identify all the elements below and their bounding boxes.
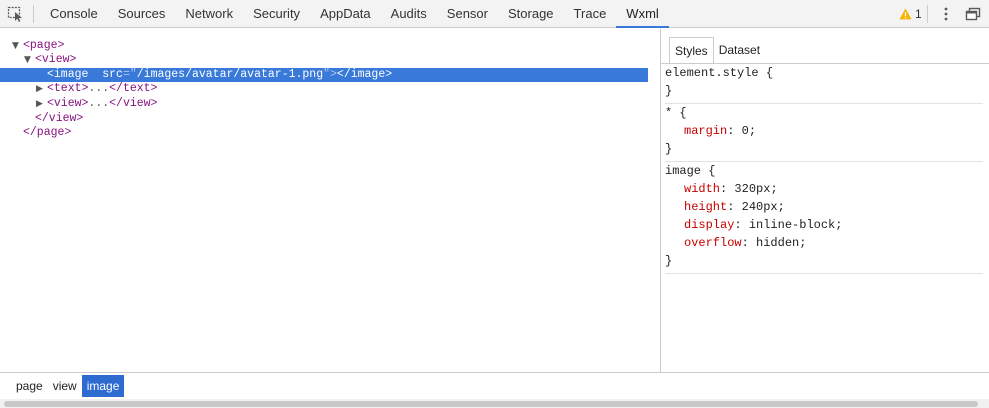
collapse-triangle-icon[interactable]: ▶ — [36, 97, 46, 112]
collapse-triangle-icon[interactable]: ▶ — [36, 82, 46, 97]
styles-pane: Styles Dataset element.style {} * {margin:… — [661, 29, 989, 372]
style-declaration[interactable]: height: 240px; — [665, 198, 983, 216]
opening-tag: <page> — [23, 38, 65, 52]
property-name: width — [684, 182, 721, 196]
property-value: 240px — [741, 200, 778, 214]
tree-node-selected[interactable]: <image src="/images/avatar/avatar-1.png"… — [0, 67, 648, 83]
tree-node-content: <view> — [35, 53, 76, 68]
element-tree: ▼ <page> ▼ <view> <image src="/images/avatar… — [0, 29, 660, 372]
attribute-name: src — [102, 67, 123, 81]
breadcrumb-items: page view image — [11, 375, 125, 397]
expand-triangle-icon[interactable]: ▼ — [12, 39, 22, 54]
opening-tag: <view> — [35, 53, 77, 67]
inspect-element-icon[interactable] — [7, 6, 25, 22]
tab-network[interactable]: Network — [175, 0, 243, 28]
rule-selector[interactable]: image { — [665, 162, 983, 180]
tree-node[interactable]: ▶ <view>...</view> — [0, 97, 648, 112]
style-rule: image {width: 320px; height: 240px; displa… — [665, 162, 983, 274]
property-name: display — [684, 218, 735, 232]
tree-node[interactable]: ▶ <text>...</text> — [0, 82, 648, 97]
opening-tag: <view> — [47, 96, 89, 110]
tree-node[interactable]: </view> — [0, 112, 648, 127]
closing-tag: </image> — [336, 67, 393, 81]
opening-tag: </page> — [23, 126, 72, 140]
toolbar-separator — [33, 5, 34, 23]
warning-count: 1 — [915, 7, 922, 21]
sidebar-tabs: Styles Dataset — [669, 37, 765, 64]
property-value: inline-block — [748, 218, 836, 232]
closing-tag: </text> — [109, 82, 158, 96]
collapsed-ellipsis[interactable]: ... — [88, 97, 109, 110]
undock-icon[interactable] — [965, 7, 981, 21]
rule-close-brace: } — [665, 254, 673, 268]
attribute-punctuation: "> — [323, 67, 337, 81]
more-options-icon[interactable] — [940, 7, 952, 21]
breadcrumb: page view image — [0, 372, 989, 398]
tab-storage[interactable]: Storage — [498, 0, 564, 28]
style-rules: element.style {} * {margin: 0;} image {wid… — [665, 64, 983, 274]
style-declaration[interactable]: overflow: hidden; — [665, 234, 983, 252]
style-declaration[interactable]: display: inline-block; — [665, 216, 983, 234]
attribute-punctuation: =" — [122, 67, 137, 81]
expand-triangle-icon[interactable]: ▼ — [24, 53, 34, 68]
tab-console[interactable]: Console — [40, 0, 108, 28]
tree-node-content: <view>...</view> — [47, 97, 157, 112]
tab-sources[interactable]: Sources — [108, 0, 176, 28]
breadcrumb-view[interactable]: view — [48, 375, 82, 397]
property-value: 0 — [741, 124, 749, 138]
tab-trace[interactable]: Trace — [564, 0, 617, 28]
panel-tabs: Console Sources Network Security AppData Audi… — [40, 0, 669, 28]
tree-node[interactable]: ▼ <page> — [0, 39, 648, 54]
tab-audits[interactable]: Audits — [381, 0, 437, 28]
rule-close-brace: } — [665, 84, 673, 98]
rule-selector[interactable]: element.style { — [665, 64, 983, 82]
warning-counter[interactable]: 1 — [899, 6, 922, 22]
toolbar-separator — [927, 5, 928, 23]
style-declaration[interactable]: margin: 0; — [665, 122, 983, 140]
devtools-toolbar: Console Sources Network Security AppData Audi… — [0, 0, 989, 28]
tag-name: image — [53, 67, 89, 81]
style-declaration[interactable]: width: 320px; — [665, 180, 983, 198]
tab-sensor[interactable]: Sensor — [437, 0, 498, 28]
collapsed-ellipsis[interactable]: ... — [88, 82, 109, 95]
closing-tag: </view> — [109, 96, 158, 110]
property-name: height — [684, 200, 728, 214]
tree-node[interactable]: </page> — [0, 126, 648, 141]
style-rule: element.style {} — [665, 64, 983, 104]
tab-wxml[interactable]: Wxml — [616, 0, 669, 28]
tree-node-content: <image src="/images/avatar/avatar-1.png"… — [47, 68, 392, 83]
sidebar-tab-styles[interactable]: Styles — [669, 37, 714, 64]
horizontal-scrollbar[interactable] — [0, 399, 989, 408]
tab-appdata[interactable]: AppData — [310, 0, 381, 28]
property-value: hidden — [756, 236, 800, 250]
property-value: 320px — [734, 182, 771, 196]
sidebar-tab-dataset[interactable]: Dataset — [714, 37, 765, 64]
rule-close-brace: } — [665, 142, 673, 156]
tab-security[interactable]: Security — [243, 0, 310, 28]
horizontal-scrollbar-thumb[interactable] — [4, 401, 978, 407]
tree-node-content: </view> — [35, 112, 83, 127]
tree-node-content: <text>...</text> — [47, 82, 157, 97]
tree-node-content: </page> — [23, 126, 71, 141]
property-name: overflow — [684, 236, 742, 250]
breadcrumb-image[interactable]: image — [81, 375, 125, 397]
warning-icon — [899, 8, 912, 20]
opening-tag: </view> — [35, 111, 84, 125]
tag-bracket: < — [47, 67, 54, 81]
opening-tag: <text> — [47, 82, 89, 96]
property-name: margin — [684, 124, 728, 138]
tree-node[interactable]: ▼ <view> — [0, 53, 648, 68]
breadcrumb-page[interactable]: page — [11, 375, 48, 397]
rule-selector[interactable]: * { — [665, 104, 983, 122]
style-rule: * {margin: 0;} — [665, 104, 983, 162]
attribute-value[interactable]: /images/avatar/avatar-1.png — [137, 68, 323, 81]
tree-node-content: <page> — [23, 39, 64, 54]
